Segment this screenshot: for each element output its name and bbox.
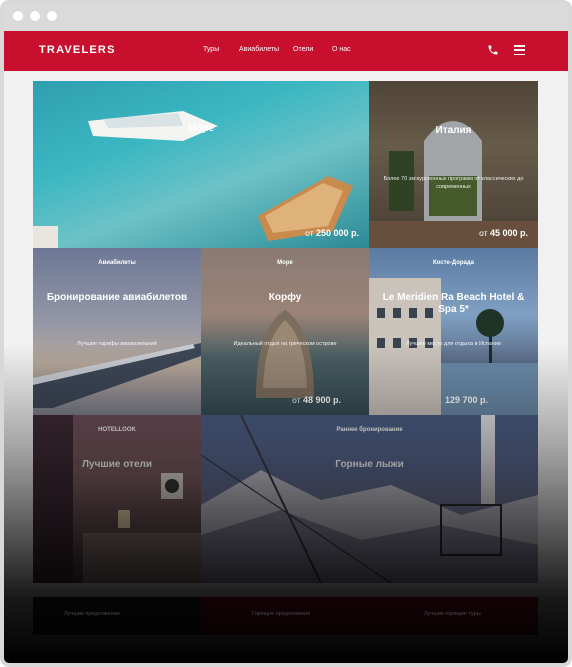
tile-category: Косте-Дорада — [432, 260, 475, 266]
tile-sea[interactable]: Море от 250 000 р. — [33, 81, 369, 248]
hotel-palms-illustration — [369, 278, 538, 415]
window-dot-close[interactable] — [13, 11, 23, 21]
tile-description: Более 70 экскурсионных программ от класс… — [383, 176, 524, 190]
tile-title: Горные лыжи — [335, 459, 404, 470]
nav-tours[interactable]: Туры — [203, 46, 219, 53]
tile-skiing[interactable]: Раннее бронирование Горные лыжи — [201, 415, 538, 583]
hamburger-menu-icon[interactable] — [514, 45, 525, 56]
tile-category: Раннее бронирование — [336, 427, 403, 433]
window-dot-minimize[interactable] — [30, 11, 40, 21]
tile-price: от 250 000 р. — [305, 228, 359, 238]
site-header: TRAVELERS Туры Авиабилеты Отели О нас — [4, 31, 568, 71]
nav-hotels[interactable]: Отели — [293, 46, 313, 53]
browser-window: TRAVELERS Туры Авиабилеты Отели О нас Мо… — [0, 0, 572, 667]
boats-illustration — [33, 111, 353, 248]
tile-title: Италия — [435, 125, 472, 136]
plane-wing-illustration — [33, 343, 201, 408]
tile-corfu[interactable]: Море Корфу Идеальный отдых на греческом … — [201, 248, 369, 415]
tile-title: Море — [187, 123, 215, 134]
site-logo[interactable]: TRAVELERS — [39, 44, 116, 56]
tile-price: 129 700 р. — [444, 395, 488, 405]
window-dot-maximize[interactable] — [47, 11, 57, 21]
tile-description: Лучшее место для отдыха в Испании — [406, 341, 501, 347]
tile-category: HOTELLOOK — [98, 427, 136, 433]
tile-price: от 48 900 р. — [292, 395, 341, 405]
tile-best-hotels[interactable]: HOTELLOOK Лучшие отели — [33, 415, 201, 583]
ghost-caption-1: Лучшие предложения — [64, 611, 120, 617]
tile-category: Море — [277, 260, 293, 266]
nav-about[interactable]: О нас — [332, 46, 351, 53]
tile-category: Авиабилеты — [98, 260, 136, 266]
tile-price: от 45 000 р. — [479, 228, 528, 238]
tile-le-meridien[interactable]: Косте-Дорада Le Meridien Ra Beach Hotel … — [369, 248, 538, 415]
tile-italy[interactable]: Италия Более 70 экскурсионных программ о… — [369, 81, 538, 248]
browser-chrome — [4, 4, 568, 31]
tile-title: Le Meridien Ra Beach Hotel & Spa 5* — [382, 292, 525, 315]
tile-title: Корфу — [268, 292, 302, 303]
ghost-caption-2: Горящие предложения — [252, 611, 311, 617]
hotel-room-illustration — [33, 415, 201, 583]
ski-lift-illustration — [201, 415, 538, 583]
phone-icon[interactable] — [487, 44, 499, 56]
tile-description: Идеальный отдых на греческом острове — [233, 341, 337, 347]
nav-flights[interactable]: Авиабилеты — [239, 46, 279, 53]
tile-title: Бронирование авиабилетов — [46, 292, 188, 303]
tile-title: Лучшие отели — [81, 459, 153, 470]
ghost-caption-3: Лучшие горящие туры — [424, 611, 481, 617]
tile-description: Лучшие тарифы авиакомпаний — [77, 341, 157, 347]
swimmer-illustration — [256, 310, 314, 398]
tile-flights[interactable]: Авиабилеты Бронирование авиабилетов Лучш… — [33, 248, 201, 415]
